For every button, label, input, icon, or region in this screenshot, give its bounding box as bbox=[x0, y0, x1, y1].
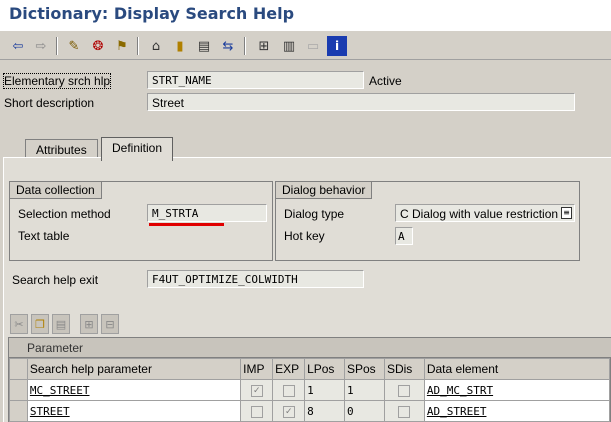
spos-cell[interactable]: 0 bbox=[344, 400, 385, 422]
dialog-type-label: Dialog type bbox=[284, 207, 345, 221]
parameter-grid: Parameter Search help parameter IMP EXP … bbox=[8, 337, 611, 422]
dropdown-list-icon[interactable]: ≡ bbox=[561, 207, 572, 219]
select-all-cell[interactable] bbox=[9, 358, 28, 380]
elementary-search-help-field[interactable]: STRT_NAME bbox=[147, 71, 364, 89]
imp-checkbox-checked[interactable]: ✓ bbox=[250, 384, 263, 397]
parameter-table: Search help parameter IMP EXP LPos SPos … bbox=[9, 358, 611, 422]
selection-method-red-underline bbox=[149, 223, 224, 226]
application-toolbar: ⇦ ⇨ ✎ ❂ ⚑ ⌂ ▮ ▤ ⇆ ⊞ ▥ ▭ i bbox=[0, 30, 611, 60]
where-used-icon[interactable]: ⌂ bbox=[146, 36, 166, 56]
hierarchy-icon[interactable]: ⊞ bbox=[254, 36, 274, 56]
exp-checkbox[interactable] bbox=[282, 384, 295, 397]
sdis-cell[interactable] bbox=[383, 400, 425, 422]
param-cell[interactable]: STREET bbox=[26, 400, 242, 422]
grid-caption: Parameter bbox=[9, 338, 611, 358]
info-icon[interactable]: i bbox=[327, 36, 347, 56]
delete-row-icon[interactable]: ⊟ bbox=[101, 314, 119, 334]
short-description-label: Short description bbox=[4, 96, 95, 110]
column-header[interactable]: SDis bbox=[383, 358, 425, 380]
paste-icon[interactable]: ▤ bbox=[52, 314, 70, 334]
text-table-label: Text table bbox=[18, 229, 70, 243]
column-header[interactable]: IMP bbox=[240, 358, 274, 380]
sdis-checkbox[interactable] bbox=[398, 405, 411, 418]
column-header[interactable]: SPos bbox=[344, 358, 385, 380]
table-row: STREET ✓ 8 0 AD_STREET bbox=[9, 400, 611, 422]
column-header[interactable]: Search help parameter bbox=[26, 358, 242, 380]
imp-cell[interactable]: ✓ bbox=[240, 379, 274, 401]
object-list-icon[interactable]: ▮ bbox=[170, 36, 190, 56]
column-header[interactable]: LPos bbox=[304, 358, 345, 380]
activate-icon[interactable]: ⚑ bbox=[112, 36, 132, 56]
data-element-cell[interactable]: AD_MC_STRT bbox=[423, 379, 611, 401]
data-element-cell[interactable]: AD_STREET bbox=[423, 400, 611, 422]
cut-icon[interactable]: ✂ bbox=[10, 314, 28, 334]
imp-cell[interactable] bbox=[240, 400, 274, 422]
sdis-cell[interactable] bbox=[383, 379, 425, 401]
exp-cell[interactable]: ✓ bbox=[272, 400, 306, 422]
elementary-search-help-label: Elementary srch hlp bbox=[2, 73, 112, 89]
print-icon[interactable]: ▥ bbox=[279, 36, 299, 56]
column-header[interactable]: EXP bbox=[272, 358, 306, 380]
dialog-behavior-title: Dialog behavior bbox=[275, 181, 373, 199]
data-collection-title: Data collection bbox=[9, 181, 102, 199]
copy-icon[interactable]: ❐ bbox=[31, 314, 49, 334]
search-help-exit-field[interactable]: F4UT_OPTIMIZE_COLWIDTH bbox=[147, 270, 364, 288]
status-text: Active bbox=[369, 74, 402, 88]
tab-definition[interactable]: Definition bbox=[101, 137, 174, 161]
column-header[interactable]: Data element bbox=[423, 358, 611, 380]
display-change-icon[interactable]: ✎ bbox=[64, 36, 84, 56]
imp-checkbox[interactable] bbox=[250, 405, 263, 418]
selection-method-field[interactable]: M_STRTA bbox=[147, 204, 267, 222]
test-icon[interactable]: ⇆ bbox=[218, 36, 238, 56]
dialog-type-value: C Dialog with value restriction bbox=[400, 207, 559, 221]
back-arrow-icon[interactable]: ⇦ bbox=[8, 36, 28, 56]
title-bar: Dictionary: Display Search Help bbox=[0, 0, 611, 30]
spos-cell[interactable]: 1 bbox=[344, 379, 385, 401]
table-row: MC_STREET ✓ 1 1 AD_MC_STRT bbox=[9, 379, 611, 401]
lpos-cell[interactable]: 8 bbox=[304, 400, 345, 422]
insert-row-icon[interactable]: ⊞ bbox=[80, 314, 98, 334]
sdis-checkbox[interactable] bbox=[398, 384, 411, 397]
forward-arrow-icon[interactable]: ⇨ bbox=[31, 36, 51, 56]
row-selector[interactable] bbox=[9, 400, 28, 422]
hot-key-field[interactable]: A bbox=[395, 227, 413, 245]
hot-key-label: Hot key bbox=[284, 229, 325, 243]
param-cell[interactable]: MC_STREET bbox=[26, 379, 242, 401]
row-selector[interactable] bbox=[9, 379, 28, 401]
short-description-field[interactable]: Street bbox=[147, 93, 575, 111]
exp-checkbox-checked[interactable]: ✓ bbox=[282, 405, 295, 418]
search-help-exit-label: Search help exit bbox=[12, 273, 99, 287]
window-title: Dictionary: Display Search Help bbox=[9, 4, 295, 23]
lpos-cell[interactable]: 1 bbox=[304, 379, 345, 401]
selection-method-label: Selection method bbox=[18, 207, 111, 221]
dialog-type-field[interactable]: C Dialog with value restriction bbox=[395, 204, 575, 222]
table-header-row: Search help parameter IMP EXP LPos SPos … bbox=[9, 358, 611, 380]
exp-cell[interactable] bbox=[272, 379, 306, 401]
blank-icon: ▭ bbox=[306, 38, 320, 54]
other-object-icon[interactable]: ❂ bbox=[88, 36, 108, 56]
navigation-icon[interactable]: ▤ bbox=[194, 36, 214, 56]
